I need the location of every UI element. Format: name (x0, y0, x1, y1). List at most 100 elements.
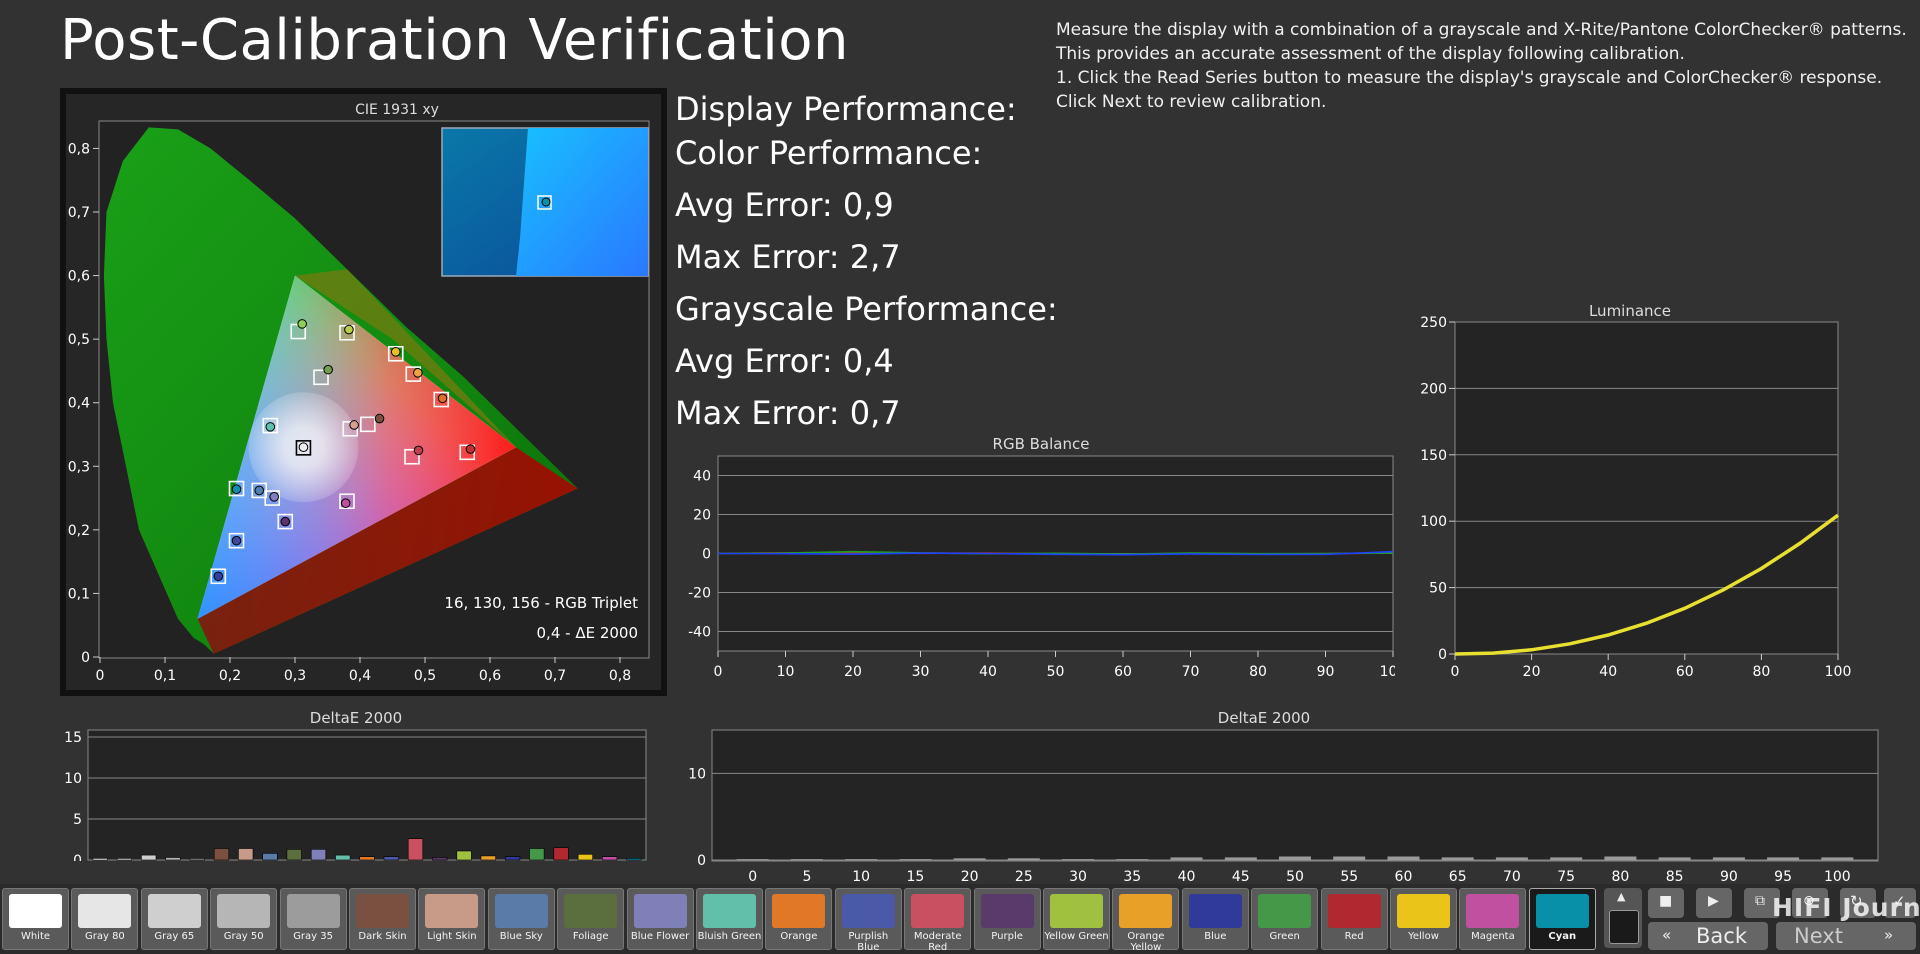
deltae-left-plot-area (87, 729, 647, 861)
patch-swatch[interactable]: Orange (765, 888, 833, 950)
patch-label: Yellow (1408, 931, 1439, 942)
patch-swatch[interactable]: Green (1251, 888, 1319, 950)
play-button[interactable]: ▶ (1696, 888, 1732, 918)
cie-zoom-inset-gamut (516, 128, 648, 276)
patch-color-chip (217, 894, 271, 928)
patch-label: Blue (1204, 931, 1227, 942)
cie-x-tick-label: 0 (96, 668, 105, 684)
patch-swatch[interactable]: Gray 65 (140, 888, 208, 950)
cie-y-tick-label: 0,8 (68, 141, 90, 157)
luminance-x-tick-label: 60 (1676, 664, 1694, 680)
cie-rgb-triplet: 16, 130, 156 - RGB Triplet (444, 594, 638, 612)
deltae-left-bar (601, 856, 618, 861)
cie-measured-point (269, 492, 279, 502)
patch-swatch[interactable]: Purplish Blue (834, 888, 902, 953)
rgb-x-tick-label: 10 (777, 664, 795, 680)
patch-swatch[interactable]: Orange Yellow (1112, 888, 1180, 953)
cie-measured-point (390, 347, 401, 357)
luminance-x-tick-label: 0 (1451, 664, 1460, 680)
patch-label: Green (1269, 931, 1300, 942)
deltae-right-bar (1767, 857, 1800, 860)
patch-swatch[interactable]: White (2, 888, 69, 950)
deltae-left-bar (189, 858, 205, 861)
patch-color-chip (772, 894, 826, 928)
deltae-left-y-tick-label: 0 (73, 853, 82, 861)
scroll-control[interactable]: ▲ (1604, 888, 1642, 948)
patch-label: Orange Yellow (1127, 931, 1165, 953)
deltae-right-x-tick-label: 70 (1503, 869, 1521, 881)
luminance-x-tick-label: 80 (1752, 664, 1770, 680)
patch-swatch[interactable]: Gray 35 (279, 888, 347, 950)
cie-y-tick-label: 0,6 (68, 269, 90, 285)
patch-swatch[interactable]: Purple (973, 888, 1041, 950)
cie-measured-point (231, 484, 242, 494)
cie-x-tick-label: 0,2 (219, 668, 241, 684)
patch-label: Red (1344, 931, 1364, 942)
luminance-x-tick-label: 40 (1599, 664, 1617, 680)
patch-swatch[interactable]: Red (1320, 888, 1388, 950)
deltae-right-title: DeltaE 2000 (1218, 709, 1310, 727)
patch-swatch[interactable]: Yellow (1390, 888, 1457, 950)
display-performance-label: Display Performance: (675, 90, 1017, 128)
scroll-up-icon[interactable]: ▲ (1617, 890, 1625, 903)
cie-zoom-measured-point (541, 197, 551, 207)
deltae-right-x-tick-label: 65 (1449, 869, 1467, 881)
deltae-right-bar (1658, 857, 1691, 860)
patch-swatch[interactable]: Yellow Green (1043, 888, 1110, 950)
rgb-x-tick-label: 50 (1047, 664, 1065, 680)
cie-measured-point (297, 319, 307, 329)
patch-color-chip (1188, 894, 1242, 928)
deltae-left-bar (262, 853, 278, 861)
patch-swatch[interactable]: Blue Flower (626, 888, 694, 950)
read-series-icon: ⧉ (1755, 893, 1765, 909)
patch-label: Yellow Green (1044, 931, 1109, 942)
deltae-right-x-tick-label: 25 (1015, 869, 1033, 881)
patch-color-chip (9, 894, 62, 928)
instruction-line: Click Next to review calibration. (1056, 92, 1327, 112)
deltae-right-x-tick-label: 60 (1395, 869, 1413, 881)
patch-color-chip (286, 894, 340, 928)
patch-color-chip (425, 894, 479, 928)
rgb-y-tick-label: -40 (688, 625, 711, 641)
patch-swatch[interactable]: Cyan (1528, 888, 1596, 950)
deltae-right-x-tick-label: 0 (748, 869, 757, 881)
back-button[interactable]: « Back (1648, 922, 1768, 950)
cie-title: CIE 1931 xy (355, 102, 439, 118)
deltae-left-bar (359, 856, 375, 861)
deltae-left-bar (92, 858, 108, 861)
next-label: Next (1794, 924, 1843, 948)
watermark-logo: HIFI Journal (1772, 893, 1920, 922)
patch-swatch[interactable]: Moderate Red (904, 888, 972, 953)
next-button[interactable]: Next » (1776, 922, 1916, 950)
patch-swatch[interactable]: Dark Skin (349, 888, 416, 950)
deltae-right-x-tick-label: 20 (961, 869, 979, 881)
patch-label: Moderate Red (913, 931, 962, 953)
luminance-title: Luminance (1589, 302, 1671, 320)
deltae-left-bar (335, 854, 351, 861)
patch-swatch[interactable]: Gray 50 (210, 888, 278, 950)
patch-label: Purple (991, 931, 1023, 942)
patch-label: Light Skin (427, 931, 477, 942)
patch-swatch[interactable]: Bluish Green (696, 888, 763, 950)
deltae-right-x-tick-label: 95 (1774, 869, 1792, 881)
cie-delta-e-readout: 0,4 - ΔE 2000 (537, 624, 638, 642)
rgb-balance-chart: RGB Balance -40 -20 0 20 40 0 10 20 30 40 50 60 70 80… (688, 435, 1395, 680)
deltae-left-bar (432, 857, 448, 861)
cie-x-tick-label: 0,7 (544, 668, 566, 684)
patch-label: Gray 35 (293, 931, 333, 942)
patch-swatch[interactable]: Light Skin (418, 888, 486, 950)
patch-swatch[interactable]: Blue Sky (487, 888, 555, 950)
luminance-y-tick-label: 0 (1438, 647, 1447, 663)
deltae-right-bar (1387, 856, 1420, 860)
patch-swatch[interactable]: Blue (1181, 888, 1249, 950)
patch-color-chip (633, 894, 687, 928)
deltae-right-bar (1604, 856, 1637, 860)
patch-swatch[interactable]: Magenta (1459, 888, 1527, 950)
luminance-x-tick-label: 20 (1523, 664, 1541, 680)
rgb-x-tick-label: 70 (1182, 664, 1200, 680)
stop-button[interactable]: ■ (1648, 888, 1684, 918)
patch-swatch[interactable]: Foliage (557, 888, 625, 950)
patch-swatch[interactable]: Gray 80 (71, 888, 139, 950)
luminance-y-tick-label: 150 (1420, 448, 1447, 464)
patch-color-chip (1119, 894, 1173, 928)
